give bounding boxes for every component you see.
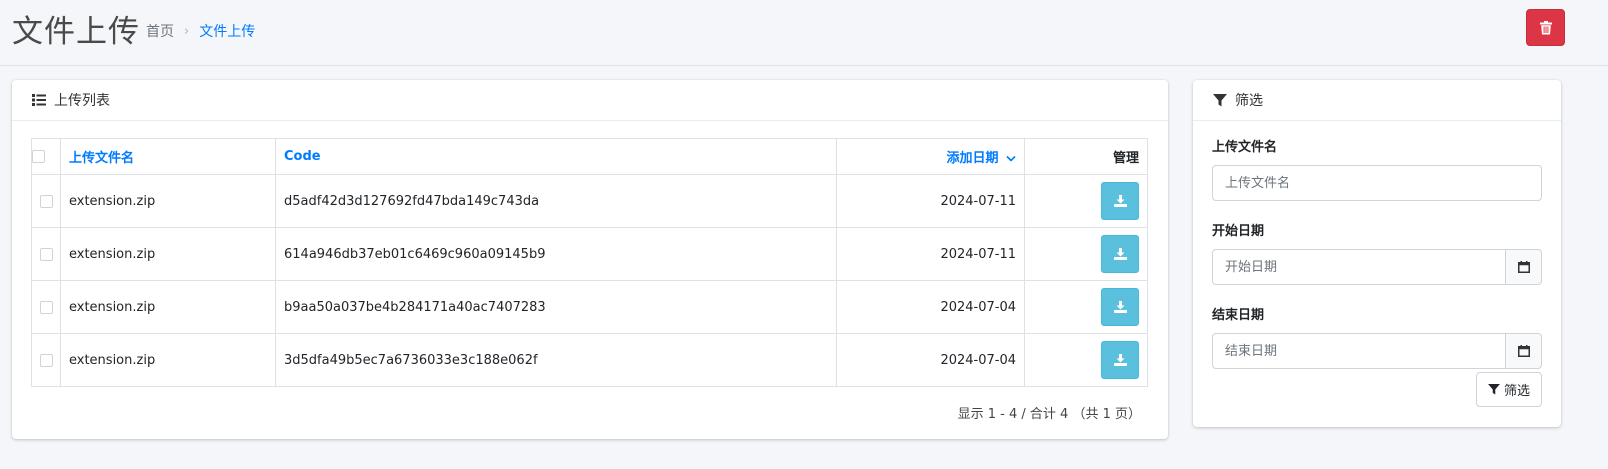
table-row: extension.zip 3d5dfa49b5ec7a6736033e3c18… xyxy=(31,333,1148,387)
end-date-input-group xyxy=(1212,333,1542,369)
trash-icon xyxy=(1539,20,1552,34)
row-select-cell xyxy=(31,333,61,387)
row-filename: extension.zip xyxy=(60,280,276,334)
delete-button[interactable] xyxy=(1526,9,1565,46)
download-icon xyxy=(1113,195,1127,207)
row-date: 2024-07-04 xyxy=(836,333,1025,387)
row-select-cell xyxy=(31,174,61,228)
row-code: 3d5dfa49b5ec7a6736033e3c188e062f xyxy=(275,333,837,387)
row-checkbox[interactable] xyxy=(39,353,53,367)
start-date-input[interactable] xyxy=(1212,249,1506,285)
row-checkbox[interactable] xyxy=(39,194,53,208)
end-date-calendar-button[interactable] xyxy=(1506,333,1542,369)
calendar-icon xyxy=(1517,261,1530,273)
row-date: 2024-07-11 xyxy=(836,227,1025,281)
download-icon xyxy=(1113,248,1127,260)
start-date-group: 开始日期 xyxy=(1212,220,1542,285)
filter-submit-label: 筛选 xyxy=(1503,384,1530,399)
table-row: extension.zip 614a946db37eb01c6469c960a0… xyxy=(31,227,1148,281)
row-filename: extension.zip xyxy=(60,333,276,387)
row-checkbox[interactable] xyxy=(39,247,53,261)
table-header-row: 上传文件名 Code 添加日期 管理 xyxy=(31,138,1148,175)
row-manage-cell xyxy=(1024,227,1148,281)
filename-input[interactable] xyxy=(1212,165,1542,201)
upload-list-card: 上传列表 上传文件名 Code 添加日期 管理 extension.zip d5… xyxy=(12,80,1168,439)
row-code: b9aa50a037be4b284171a40ac7407283 xyxy=(275,280,837,334)
end-date-group: 结束日期 xyxy=(1212,304,1542,369)
row-filename: extension.zip xyxy=(60,174,276,228)
row-manage-cell xyxy=(1024,174,1148,228)
column-header-code[interactable]: Code xyxy=(275,138,837,175)
chevron-down-icon xyxy=(1006,155,1016,162)
download-icon xyxy=(1113,354,1127,366)
row-checkbox[interactable] xyxy=(39,300,53,314)
list-icon xyxy=(32,94,46,106)
select-all-checkbox[interactable] xyxy=(32,150,45,163)
breadcrumb: 首页 › 文件上传 xyxy=(146,21,255,41)
start-date-label: 开始日期 xyxy=(1212,224,1265,239)
table-row: extension.zip d5adf42d3d127692fd47bda149… xyxy=(31,174,1148,228)
filename-group: 上传文件名 xyxy=(1212,136,1542,201)
filter-submit-button[interactable]: 筛选 xyxy=(1476,372,1542,407)
row-select-cell xyxy=(31,227,61,281)
breadcrumb-home[interactable]: 首页 xyxy=(146,21,174,41)
select-all-cell xyxy=(31,138,61,175)
filter-header: 筛选 xyxy=(1193,80,1561,121)
filename-label: 上传文件名 xyxy=(1212,140,1278,155)
row-manage-cell xyxy=(1024,333,1148,387)
column-header-manage: 管理 xyxy=(1024,138,1148,175)
upload-table: 上传文件名 Code 添加日期 管理 extension.zip d5adf42… xyxy=(31,138,1148,387)
pagination-info: 显示 1 - 4 / 合计 4 （共 1 页） xyxy=(957,407,1141,422)
download-button[interactable] xyxy=(1101,288,1139,326)
row-date: 2024-07-04 xyxy=(836,280,1025,334)
row-select-cell xyxy=(31,280,61,334)
filter-card: 筛选 上传文件名 开始日期 结束日期 xyxy=(1193,80,1561,427)
row-code: 614a946db37eb01c6469c960a09145b9 xyxy=(275,227,837,281)
upload-list-header: 上传列表 xyxy=(12,80,1168,121)
calendar-icon xyxy=(1517,345,1530,357)
end-date-label: 结束日期 xyxy=(1212,308,1265,323)
page-title: 文件上传 xyxy=(12,14,140,50)
row-date: 2024-07-11 xyxy=(836,174,1025,228)
end-date-input[interactable] xyxy=(1212,333,1506,369)
column-header-date[interactable]: 添加日期 xyxy=(836,138,1025,175)
row-code: d5adf42d3d127692fd47bda149c743da xyxy=(275,174,837,228)
column-header-date-label: 添加日期 xyxy=(946,151,999,166)
chevron-right-icon: › xyxy=(184,23,190,39)
download-icon xyxy=(1113,301,1127,313)
row-filename: extension.zip xyxy=(60,227,276,281)
filter-icon xyxy=(1488,384,1500,395)
download-button[interactable] xyxy=(1101,182,1139,220)
download-button[interactable] xyxy=(1101,235,1139,273)
upload-list-title: 上传列表 xyxy=(54,93,110,109)
download-button[interactable] xyxy=(1101,341,1139,379)
breadcrumb-current[interactable]: 文件上传 xyxy=(199,21,255,41)
start-date-input-group xyxy=(1212,249,1542,285)
filter-title: 筛选 xyxy=(1235,93,1263,109)
page-header: 文件上传 首页 › 文件上传 xyxy=(0,0,1608,66)
row-manage-cell xyxy=(1024,280,1148,334)
filter-form: 上传文件名 开始日期 结束日期 xyxy=(1212,136,1542,388)
filter-icon xyxy=(1213,93,1227,106)
start-date-calendar-button[interactable] xyxy=(1506,249,1542,285)
table-row: extension.zip b9aa50a037be4b284171a40ac7… xyxy=(31,280,1148,334)
column-header-filename[interactable]: 上传文件名 xyxy=(60,138,276,175)
